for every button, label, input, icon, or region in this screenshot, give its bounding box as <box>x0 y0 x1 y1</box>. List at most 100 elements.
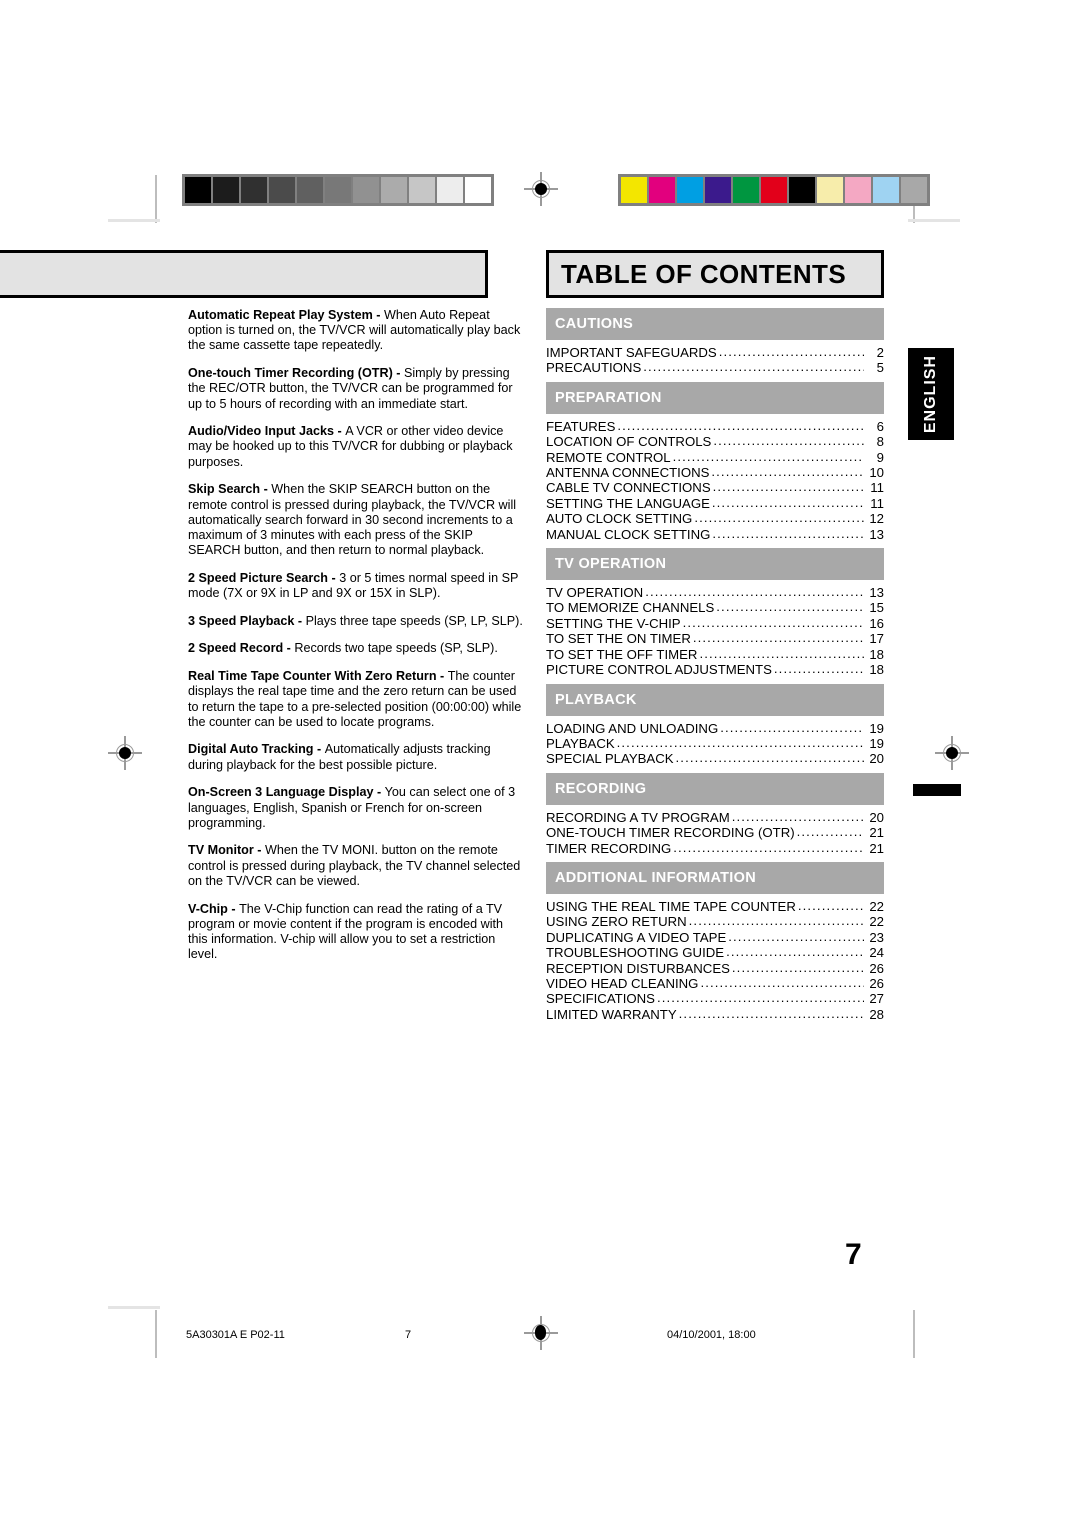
toc-entry[interactable]: PLAYBACK................................… <box>546 734 884 751</box>
toc-entry[interactable]: FEATURES................................… <box>546 418 884 434</box>
toc-entry[interactable]: SPECIAL PLAYBACK........................… <box>546 750 884 766</box>
toc-entry-label: RECORDING A TV PROGRAM <box>546 809 730 825</box>
toc-entry-page: 26 <box>869 960 884 976</box>
toc-entry-page: 18 <box>869 646 884 662</box>
language-tab-label: ENGLISH <box>922 354 939 434</box>
toc-entry-label: ANTENNA CONNECTIONS <box>546 465 710 481</box>
trim-guide-left-horizontal <box>108 219 160 222</box>
footer-document-code: 5A30301A E P02-11 <box>186 1329 285 1341</box>
toc-entry[interactable]: DUPLICATING A VIDEO TAPE................… <box>546 929 884 945</box>
left-section-title-box <box>0 250 488 298</box>
calibration-swatch <box>705 177 731 203</box>
toc-leader-dots: ........................................… <box>678 1005 864 1021</box>
toc-entry[interactable]: TROUBLESHOOTING GUIDE...................… <box>546 944 884 961</box>
toc-entry[interactable]: LIMITED WARRANTY........................… <box>546 1005 884 1022</box>
calibration-swatch <box>381 177 407 203</box>
toc-entry[interactable]: AUTO CLOCK SETTING......................… <box>546 510 884 526</box>
feature-paragraph: 3 Speed Playback - Plays three tape spee… <box>188 614 526 629</box>
feature-name: TV Monitor - <box>188 843 265 858</box>
toc-section-heading: ADDITIONAL INFORMATION <box>546 861 884 894</box>
page-number: 7 <box>845 1238 862 1271</box>
toc-entry-label: TO MEMORIZE CHANNELS <box>546 600 715 616</box>
calibration-swatch <box>761 177 787 203</box>
feature-name: 3 Speed Playback - <box>188 613 306 628</box>
feature-description: Records two tape speeds (SP, SLP). <box>294 641 498 656</box>
calibration-swatch <box>325 177 351 203</box>
toc-section-heading: PLAYBACK <box>546 683 884 716</box>
toc-entry-page: 21 <box>869 825 884 841</box>
feature-paragraph: Automatic Repeat Play System - When Auto… <box>188 308 526 354</box>
toc-entry[interactable]: USING ZERO RETURN.......................… <box>546 913 884 930</box>
calibration-swatch <box>789 177 815 203</box>
toc-entry[interactable]: MANUAL CLOCK SETTING....................… <box>546 525 884 542</box>
calibration-swatch <box>185 177 211 203</box>
toc-leader-dots: ........................................… <box>616 734 864 750</box>
toc-entry[interactable]: RECORDING A TV PROGRAM..................… <box>546 809 884 825</box>
toc-leader-dots: ........................................… <box>712 525 864 541</box>
toc-entry[interactable]: PICTURE CONTROL ADJUSTMENTS.............… <box>546 661 884 677</box>
table-of-contents-list: CAUTIONS IMPORTANT SAFEGUARDS............… <box>546 308 884 1028</box>
feature-paragraph: Audio/Video Input Jacks - A VCR or other… <box>188 424 526 470</box>
features-body: Automatic Repeat Play System - When Auto… <box>188 308 526 975</box>
calibration-swatch <box>269 177 295 203</box>
toc-leader-dots: ........................................… <box>797 897 864 913</box>
toc-entry-label: MANUAL CLOCK SETTING <box>546 526 711 542</box>
calibration-swatch <box>409 177 435 203</box>
calibration-swatch <box>649 177 675 203</box>
trim-guide-bottom-left-horizontal <box>108 1306 160 1309</box>
toc-entry[interactable]: SPECIFICATIONS..........................… <box>546 990 884 1007</box>
toc-leader-dots: ........................................… <box>688 913 864 929</box>
toc-leader-dots: ........................................… <box>713 433 864 449</box>
color-calibration-strip <box>618 174 930 206</box>
toc-entry-page: 19 <box>869 735 884 751</box>
feature-description: Plays three tape speeds (SP, LP, SLP). <box>305 613 523 628</box>
calibration-swatch <box>437 177 463 203</box>
toc-entry-label: LIMITED WARRANTY <box>546 1006 677 1022</box>
toc-entry[interactable]: CABLE TV CONNECTIONS....................… <box>546 479 884 496</box>
toc-leader-dots: ........................................… <box>656 990 864 1006</box>
feature-paragraph: 2 Speed Record - Records two tape speeds… <box>188 641 526 656</box>
toc-section-heading: TV OPERATION <box>546 548 884 581</box>
toc-entry[interactable]: REMOTE CONTROL..........................… <box>546 449 884 465</box>
toc-entry-label: CABLE TV CONNECTIONS <box>546 480 711 496</box>
calibration-swatch <box>901 177 927 203</box>
toc-entry[interactable]: TIMER RECORDING.........................… <box>546 840 884 856</box>
toc-leader-dots: ........................................… <box>682 614 864 630</box>
toc-entry[interactable]: IMPORTANT SAFEGUARDS....................… <box>546 344 884 360</box>
toc-entry-label: FEATURES <box>546 418 616 434</box>
toc-entry-page: 17 <box>869 631 884 647</box>
toc-entry-label: ONE-TOUCH TIMER RECORDING (OTR) <box>546 825 795 841</box>
page-title: TABLE OF CONTENTS <box>561 259 847 289</box>
toc-entry[interactable]: SETTING THE V-CHIP......................… <box>546 614 884 631</box>
calibration-swatch <box>465 177 491 203</box>
toc-entry[interactable]: PRECAUTIONS.............................… <box>546 359 884 375</box>
feature-name: V-Chip - <box>188 901 240 916</box>
toc-entry[interactable]: LOCATION OF CONTROLS....................… <box>546 433 884 449</box>
toc-entry[interactable]: ANTENNA CONNECTIONS.....................… <box>546 464 884 481</box>
toc-entry[interactable]: VIDEO HEAD CLEANING.....................… <box>546 975 884 991</box>
feature-name: One-touch Timer Recording (OTR) - <box>188 366 404 381</box>
toc-entry[interactable]: TO SET THE OFF TIMER....................… <box>546 646 884 662</box>
registration-mark-top-icon <box>524 172 558 206</box>
toc-entry-page: 24 <box>869 945 884 961</box>
toc-entry[interactable]: LOADING AND UNLOADING...................… <box>546 720 884 736</box>
feature-paragraph: Real Time Tape Counter With Zero Return … <box>188 669 526 730</box>
toc-leader-dots: ........................................… <box>796 824 864 840</box>
toc-entry-label: USING ZERO RETURN <box>546 914 687 930</box>
toc-entry[interactable]: TV OPERATION............................… <box>546 584 884 600</box>
toc-entry-group: TV OPERATION............................… <box>546 580 884 683</box>
toc-entry[interactable]: TO SET THE ON TIMER.....................… <box>546 630 884 647</box>
toc-entry[interactable]: RECEPTION DISTURBANCES..................… <box>546 960 884 976</box>
feature-paragraph: 2 Speed Picture Search - 3 or 5 times no… <box>188 571 526 601</box>
registration-mark-left-icon <box>108 736 142 770</box>
toc-entry-page: 9 <box>876 449 884 465</box>
toc-entry[interactable]: ONE-TOUCH TIMER RECORDING (OTR).........… <box>546 824 884 841</box>
toc-entry-group: RECORDING A TV PROGRAM..................… <box>546 805 884 862</box>
toc-entry-label: SPECIFICATIONS <box>546 991 655 1007</box>
toc-entry[interactable]: TO MEMORIZE CHANNELS....................… <box>546 599 884 616</box>
feature-name: Real Time Tape Counter With Zero Return … <box>188 669 448 684</box>
toc-entry-page: 21 <box>869 840 884 856</box>
toc-entry-page: 22 <box>869 914 884 930</box>
toc-entry[interactable]: SETTING THE LANGUAGE....................… <box>546 495 884 511</box>
toc-entry[interactable]: USING THE REAL TIME TAPE COUNTER........… <box>546 897 884 914</box>
